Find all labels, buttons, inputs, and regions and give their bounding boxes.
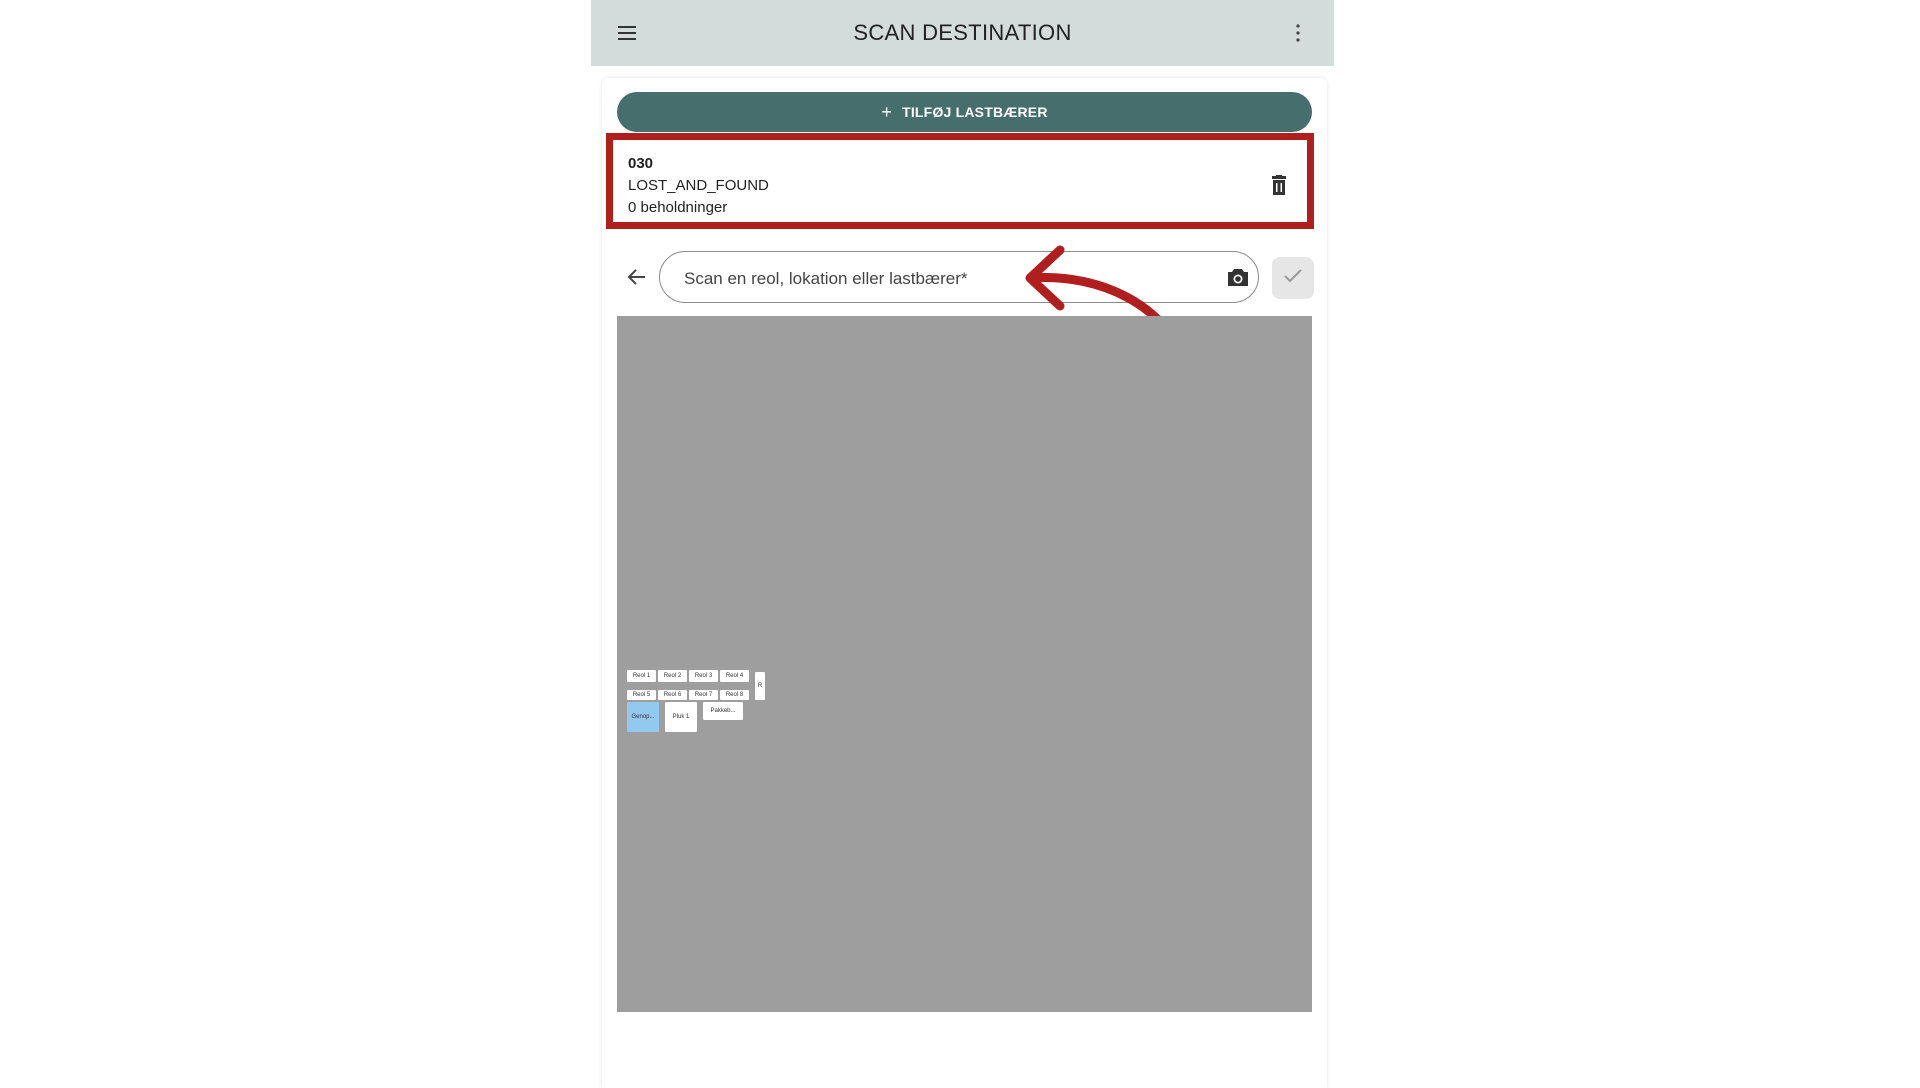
shelf-reol-3[interactable]: Reol 3 (689, 670, 718, 682)
check-icon (1283, 268, 1303, 289)
zone-pluk-1[interactable]: Pluk 1 (665, 702, 697, 732)
shelf-reol-7[interactable]: Reol 7 (689, 690, 718, 700)
shelf-reol-4[interactable]: Reol 4 (720, 670, 749, 682)
camera-icon[interactable] (1226, 266, 1250, 288)
shelf-reol-8[interactable]: Reol 8 (720, 690, 749, 700)
app-window: SCAN DESTINATION + TILFØJ LASTBÆRER 030 … (591, 0, 1334, 1088)
shelf-reol-2[interactable]: Reol 2 (658, 670, 687, 682)
arrow-back-icon[interactable] (626, 266, 648, 288)
scan-field[interactable] (659, 251, 1259, 303)
scan-input[interactable] (682, 265, 1206, 293)
more-vert-icon[interactable] (1286, 21, 1310, 45)
plus-icon: + (881, 102, 893, 122)
confirm-button[interactable] (1272, 257, 1314, 299)
carrier-item[interactable]: 030 LOST_AND_FOUND 0 beholdninger (628, 155, 1278, 225)
content-card: + TILFØJ LASTBÆRER 030 LOST_AND_FOUND 0 … (602, 78, 1327, 1088)
shelf-reol-1[interactable]: Reol 1 (627, 670, 656, 682)
carrier-holdings: 0 beholdninger (628, 199, 728, 216)
add-carrier-label: TILFØJ LASTBÆRER (902, 104, 1048, 120)
zone-pakkeb[interactable]: Pakkeb... (703, 702, 743, 720)
shelf-reol-6[interactable]: Reol 6 (658, 690, 687, 700)
shelf-side-block[interactable]: R (755, 672, 765, 700)
page-title: SCAN DESTINATION (853, 20, 1072, 45)
shelf-reol-5[interactable]: Reol 5 (627, 690, 656, 700)
zone-genop[interactable]: Genop... (627, 702, 659, 732)
add-carrier-button[interactable]: + TILFØJ LASTBÆRER (617, 92, 1312, 132)
app-bar: SCAN DESTINATION (591, 0, 1334, 66)
trash-icon[interactable] (1269, 175, 1289, 197)
carrier-code: 030 (628, 155, 654, 172)
warehouse-map[interactable]: Reol 1 Reol 2 Reol 3 Reol 4 R Reol 5 Reo… (617, 316, 1312, 1012)
carrier-name: LOST_AND_FOUND (628, 177, 769, 194)
